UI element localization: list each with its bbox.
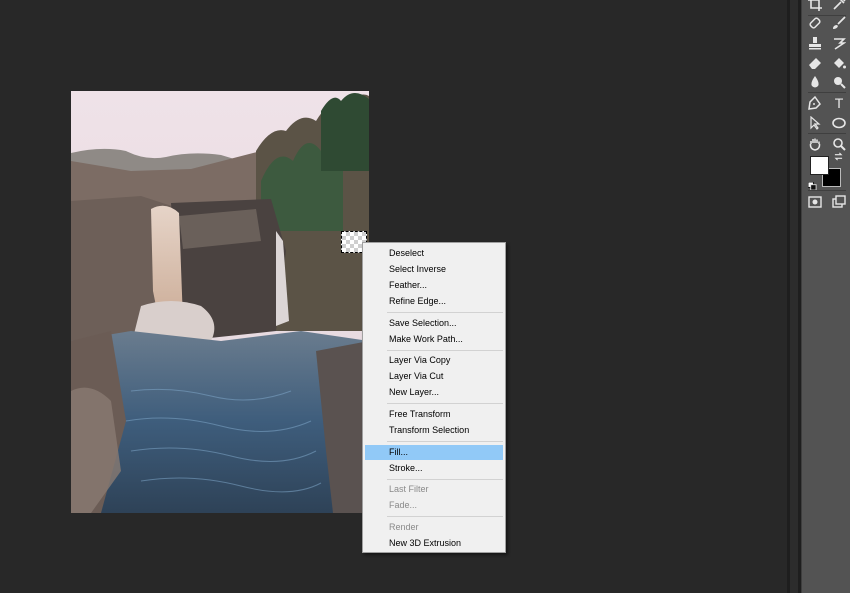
menu-item-save-selection[interactable]: Save Selection...	[365, 316, 503, 331]
menu-item-transform-selection[interactable]: Transform Selection	[365, 423, 503, 438]
screen-mode-icon[interactable]	[830, 193, 848, 211]
menu-item-stroke[interactable]: Stroke...	[365, 461, 503, 476]
type-icon[interactable]: T	[830, 94, 848, 112]
dodge-icon[interactable]	[830, 73, 848, 91]
menu-item-last-filter[interactable]: Last Filter	[365, 482, 503, 497]
history-brush-icon[interactable]	[830, 34, 848, 52]
menu-item-new-layer[interactable]: New Layer...	[365, 385, 503, 400]
ellipse-icon[interactable]	[830, 114, 848, 132]
clone-stamp-icon[interactable]	[806, 34, 824, 52]
scrollbar-thumb[interactable]	[790, 0, 798, 593]
menu-item-fill[interactable]: Fill...	[365, 445, 503, 460]
quick-mask-icon[interactable]	[806, 193, 824, 211]
zoom-icon[interactable]	[830, 135, 848, 153]
spot-healing-brush-icon[interactable]	[806, 14, 824, 32]
menu-item-render[interactable]: Render	[365, 520, 503, 535]
brush-icon[interactable]	[830, 14, 848, 32]
menu-item-feather[interactable]: Feather...	[365, 278, 503, 293]
menu-item-deselect[interactable]: Deselect	[365, 246, 503, 261]
menu-item-refine-edge[interactable]: Refine Edge...	[365, 294, 503, 309]
menu-item-fade[interactable]: Fade...	[365, 498, 503, 513]
waterfall-photo[interactable]	[71, 91, 369, 513]
tools-panel: T	[801, 0, 850, 593]
hand-icon[interactable]	[806, 135, 824, 153]
menu-separator	[387, 403, 503, 404]
crop-icon[interactable]	[806, 0, 824, 13]
paint-bucket-icon[interactable]	[830, 54, 848, 72]
menu-separator	[387, 479, 503, 480]
menu-item-make-work-path[interactable]: Make Work Path...	[365, 332, 503, 347]
menu-item-free-transform[interactable]: Free Transform	[365, 407, 503, 422]
menu-item-select-inverse[interactable]: Select Inverse	[365, 262, 503, 277]
pen-icon[interactable]	[806, 94, 824, 112]
menu-separator	[387, 441, 503, 442]
menu-separator	[387, 350, 503, 351]
default-colors-icon[interactable]	[807, 178, 817, 191]
menu-item-new-3d-extrusion[interactable]: New 3D Extrusion	[365, 536, 503, 551]
foreground-color-swatch[interactable]	[810, 156, 829, 175]
menu-separator	[387, 516, 503, 517]
menu-separator	[387, 312, 503, 313]
type-tool-glyph: T	[834, 95, 844, 111]
menu-item-layer-via-cut[interactable]: Layer Via Cut	[365, 369, 503, 384]
eyedropper-icon[interactable]	[830, 0, 848, 13]
blur-drop-icon[interactable]	[806, 73, 824, 91]
eraser-icon[interactable]	[806, 54, 824, 72]
swap-colors-icon[interactable]	[833, 152, 843, 162]
context-menu: Deselect Select Inverse Feather... Refin…	[362, 242, 506, 553]
vertical-scrollbar[interactable]	[787, 0, 801, 593]
path-selection-icon[interactable]	[806, 114, 824, 132]
menu-item-layer-via-copy[interactable]: Layer Via Copy	[365, 353, 503, 368]
